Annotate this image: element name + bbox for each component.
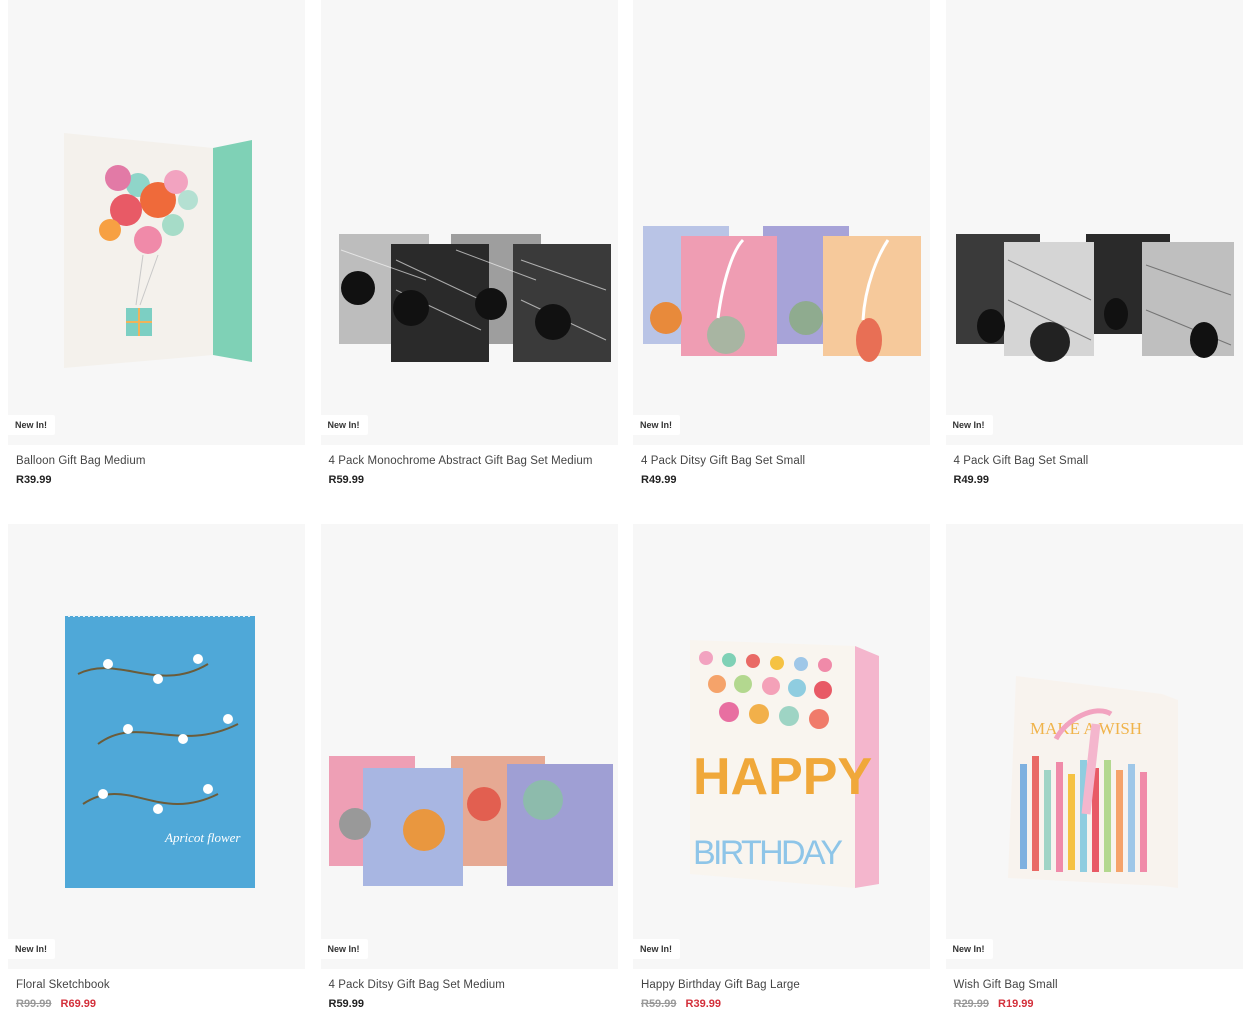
product-price: R59.99 — [329, 474, 618, 504]
product-name[interactable]: 4 Pack Ditsy Gift Bag Set Medium — [329, 979, 618, 991]
new-in-badge: New In! — [633, 939, 681, 959]
product-image[interactable]: Apricot flower New In! — [8, 524, 305, 969]
product-card[interactable]: New In! Balloon Gift Bag Medium R39.99 — [8, 0, 305, 504]
birthday-text: BIRTHDAY — [693, 834, 843, 872]
product-name[interactable]: Balloon Gift Bag Medium — [16, 455, 305, 467]
product-price: R59.99 — [329, 998, 618, 1028]
gift-bags-set-image — [955, 234, 1234, 362]
was-price: R99.99 — [16, 998, 52, 1010]
product-image[interactable]: MAKE A WISH New In! — [945, 524, 1243, 969]
new-in-badge: New In! — [945, 939, 993, 959]
product-card[interactable]: Apricot flower New In! Floral Sketchbook… — [8, 524, 305, 1028]
product-image[interactable]: New In! — [320, 524, 618, 969]
product-image[interactable]: New In! — [8, 0, 305, 445]
product-name[interactable]: 4 Pack Gift Bag Set Small — [954, 455, 1243, 467]
sketchbook-title: Apricot flower — [164, 830, 241, 845]
wish-bag-image: MAKE A WISH — [1007, 676, 1178, 888]
sale-price: R69.99 — [60, 998, 97, 1010]
price: R59.99 — [328, 998, 364, 1010]
price: R39.99 — [16, 474, 52, 486]
new-in-badge: New In! — [633, 415, 681, 435]
product-name[interactable]: 4 Pack Monochrome Abstract Gift Bag Set … — [329, 455, 618, 467]
was-price: R59.99 — [641, 998, 677, 1010]
sale-price: R19.99 — [998, 998, 1034, 1010]
price: R49.99 — [641, 474, 677, 486]
product-image[interactable]: HAPPY BIRTHDAY New In! — [633, 524, 930, 969]
ditsy-bags-image — [643, 226, 921, 362]
product-price: R49.99 — [641, 474, 930, 504]
price: R59.99 — [328, 474, 364, 486]
balloon-bag-image — [64, 133, 252, 368]
product-name[interactable]: 4 Pack Ditsy Gift Bag Set Small — [641, 455, 930, 467]
product-image[interactable]: New In! — [320, 0, 618, 445]
product-name[interactable]: Wish Gift Bag Small — [954, 979, 1243, 991]
new-in-badge: New In! — [8, 415, 56, 435]
product-card[interactable]: New In! 4 Pack Ditsy Gift Bag Set Small … — [633, 0, 930, 504]
new-in-badge: New In! — [8, 939, 56, 959]
product-card[interactable]: HAPPY BIRTHDAY New In! Happy Birthday Gi… — [633, 524, 930, 1028]
product-price: R99.99 R69.99 — [16, 998, 305, 1028]
product-card[interactable]: New In! 4 Pack Ditsy Gift Bag Set Medium… — [320, 524, 618, 1028]
happy-birthday-bag-image: HAPPY BIRTHDAY — [690, 640, 879, 888]
product-price: R49.99 — [954, 474, 1243, 504]
product-image[interactable]: New In! — [633, 0, 930, 445]
product-price: R59.99 R39.99 — [641, 998, 930, 1028]
sale-price: R39.99 — [685, 998, 722, 1010]
new-in-badge: New In! — [320, 415, 368, 435]
product-name[interactable]: Floral Sketchbook — [16, 979, 305, 991]
product-card[interactable]: New In! 4 Pack Gift Bag Set Small R49.99 — [945, 0, 1243, 504]
ditsy-medium-bags-image — [328, 756, 613, 886]
product-price: R39.99 — [16, 474, 305, 504]
product-name[interactable]: Happy Birthday Gift Bag Large — [641, 979, 930, 991]
was-price: R29.99 — [953, 998, 989, 1010]
new-in-badge: New In! — [320, 939, 368, 959]
product-image[interactable]: New In! — [945, 0, 1243, 445]
price: R49.99 — [953, 474, 989, 486]
monochrome-bags-image — [338, 234, 611, 362]
product-card[interactable]: New In! 4 Pack Monochrome Abstract Gift … — [320, 0, 618, 504]
wish-text: MAKE A WISH — [1030, 719, 1142, 738]
product-grid: New In! Balloon Gift Bag Medium R39.99 N… — [8, 0, 1243, 1028]
happy-text: HAPPY — [693, 748, 872, 806]
sketchbook-image: Apricot flower — [65, 615, 255, 888]
new-in-badge: New In! — [945, 415, 993, 435]
product-price: R29.99 R19.99 — [954, 998, 1243, 1028]
product-card[interactable]: MAKE A WISH New In! Wish Gift Bag Small … — [945, 524, 1243, 1028]
